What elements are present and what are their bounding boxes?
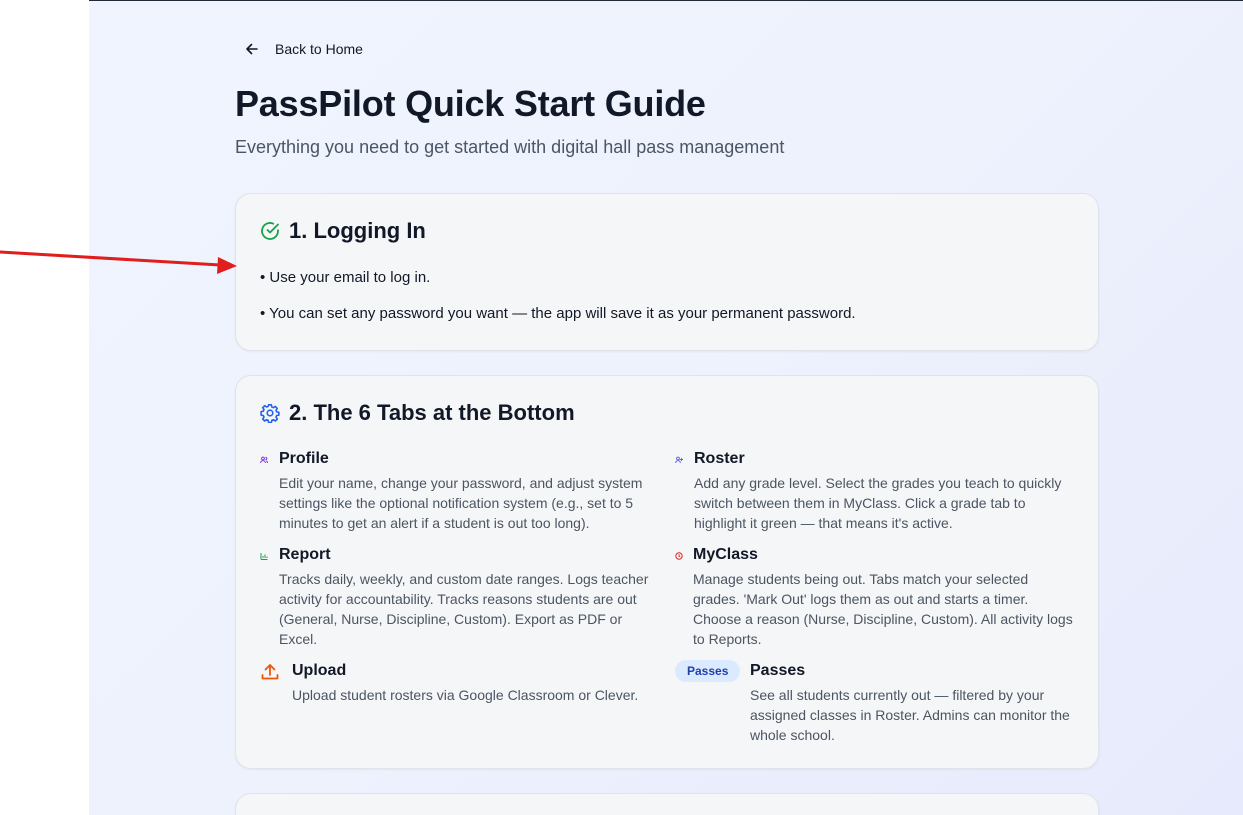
check-circle-icon [261,222,279,240]
tab-report-description: Tracks daily, weekly, and custom date ra… [279,571,649,647]
tab-profile-title: Profile [279,450,329,467]
clock-icon [675,552,683,560]
tab-profile-description: Edit your name, change your password, an… [279,475,643,531]
tab-info-report: Report Tracks daily, weekly, and custom … [260,546,660,650]
login-bullet-password: • You can set any password you want — th… [260,305,856,322]
bar-chart-icon [260,553,268,560]
tab-upload-title: Upload [292,662,347,679]
passes-badge: Passes [675,660,741,682]
tab-info-profile: Profile Edit your name, change your pass… [260,450,650,534]
tab-info-myclass: MyClass Manage students being out. Tabs … [675,546,1075,650]
tab-upload-description: Upload student rosters via Google Classr… [292,687,639,703]
page-subtitle: Everything you need to get started with … [235,137,785,157]
guide-page: Back to Home PassPilot Quick Start Guide… [89,1,1243,815]
back-to-home-link[interactable]: Back to Home [245,41,363,57]
login-bullet-email: • Use your email to log in. [260,269,431,286]
users-icon [260,456,268,464]
back-link-label: Back to Home [275,41,363,57]
annotation-arrow-icon [0,250,237,274]
section-tabs-card: 2. The 6 Tabs at the Bottom Profile Edit… [235,375,1099,769]
section-next-card [235,793,1099,815]
tab-roster-title: Roster [694,450,745,467]
page-title: PassPilot Quick Start Guide [235,83,706,124]
tab-roster-description: Add any grade level. Select the grades y… [694,475,1062,531]
section-tabs-title: 2. The 6 Tabs at the Bottom [289,400,575,425]
section-logging-in-heading: 1. Logging In [260,218,426,244]
section-logging-in-card: 1. Logging In • Use your email to log in… [235,193,1099,351]
section-tabs-heading: 2. The 6 Tabs at the Bottom [260,400,575,426]
tab-passes-title: Passes [750,662,806,679]
tab-info-passes: Passes Passes See all students currently… [675,660,1075,744]
tab-passes-description: See all students currently out — filtere… [750,687,1070,743]
tab-myclass-title: MyClass [693,546,758,563]
arrow-left-icon [246,43,258,55]
tab-info-roster: Roster Add any grade level. Select the g… [675,450,1075,534]
section-logging-in-title: 1. Logging In [289,218,426,243]
tab-myclass-description: Manage students being out. Tabs match yo… [693,571,1073,647]
gear-icon [260,404,280,423]
tab-info-upload: Upload Upload student rosters via Google… [260,662,660,706]
user-plus-icon [675,456,683,464]
upload-icon [261,664,279,680]
tab-report-title: Report [279,546,331,563]
